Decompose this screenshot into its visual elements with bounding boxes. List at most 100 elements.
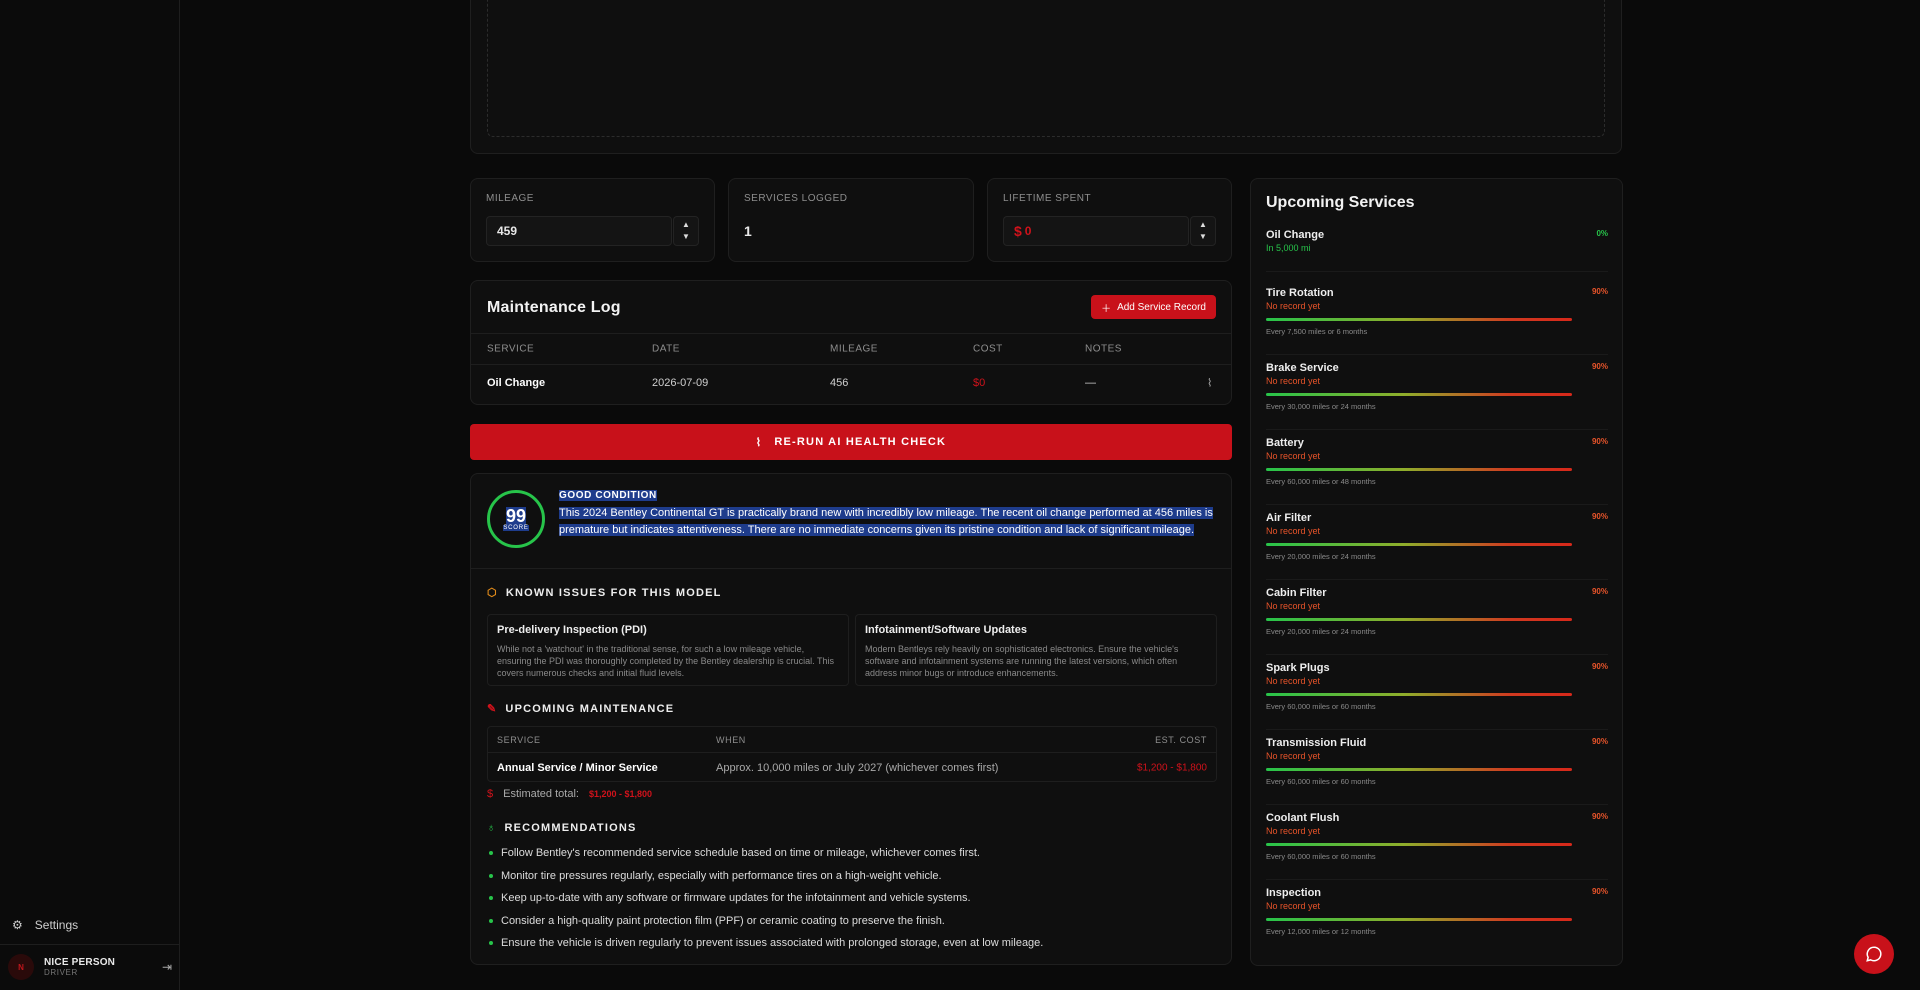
col-service: SERVICE	[497, 734, 541, 745]
add-service-record-label: Add Service Record	[1117, 301, 1206, 313]
bullet-icon	[489, 896, 493, 900]
service-name: Cabin Filter	[1266, 587, 1327, 599]
health-score-value: 99	[505, 506, 527, 526]
upcoming-services-title: Upcoming Services	[1266, 194, 1415, 211]
user-name: NICE PERSON	[44, 957, 116, 968]
estimated-total-value: $1,200 - $1,800	[588, 789, 653, 799]
service-status: No record yet	[1266, 826, 1321, 836]
service-percent: 90%	[1591, 887, 1608, 896]
service-status: No record yet	[1266, 751, 1321, 761]
row-service: Oil Change	[487, 377, 546, 389]
row-date: 2026-07-09	[652, 377, 709, 389]
user-profile: N NICE PERSON DRIVER ⇥	[8, 954, 172, 980]
col-date: DATE	[652, 343, 680, 355]
service-progress-bar	[1266, 468, 1572, 471]
recommendation-text: Follow Bentley's recommended service sch…	[501, 847, 980, 859]
service-interval: Every 60,000 miles or 60 months	[1266, 702, 1376, 711]
sidebar: ⚙ Settings N NICE PERSON DRIVER ⇥	[0, 0, 180, 990]
service-status: In 5,000 mi	[1266, 243, 1311, 253]
activity-icon: ⌇	[755, 436, 763, 449]
known-issues-title: ⬡ KNOWN ISSUES FOR THIS MODEL	[487, 586, 722, 600]
service-status: No record yet	[1266, 901, 1321, 911]
issue-card: Pre-delivery Inspection (PDI) While not …	[487, 614, 849, 686]
health-score-ring: 99 SCORE	[487, 490, 545, 548]
sidebar-divider	[0, 944, 180, 945]
recommendations-title: ♁ RECOMMENDATIONS	[487, 822, 637, 834]
estimated-total: $ Estimated total: $1,200 - $1,800	[487, 788, 652, 800]
user-role: DRIVER	[44, 968, 78, 977]
chat-bubble-icon	[1866, 946, 1882, 962]
col-notes: NOTES	[1085, 343, 1122, 355]
service-interval: Every 7,500 miles or 6 months	[1266, 327, 1368, 336]
divider	[1266, 879, 1608, 880]
rerun-health-check-button[interactable]: ⌇ RE-RUN AI HEALTH CHECK	[470, 424, 1232, 460]
divider	[1266, 429, 1608, 430]
service-item-oil-change: Oil Change In 5,000 mi 0%	[1266, 229, 1608, 253]
bullet-icon	[489, 919, 493, 923]
settings-link[interactable]: ⚙ Settings	[12, 918, 78, 932]
upcoming-maintenance-title: ✎ UPCOMING MAINTENANCE	[487, 702, 674, 716]
logout-icon[interactable]: ⇥	[162, 960, 172, 974]
rerun-label: RE-RUN AI HEALTH CHECK	[774, 436, 947, 448]
divider	[1266, 729, 1608, 730]
service-item: Cabin Filter No record yet 90% Every 20,000…	[1266, 587, 1608, 636]
known-issues-label: KNOWN ISSUES FOR THIS MODEL	[505, 586, 722, 599]
service-percent: 0%	[1596, 229, 1608, 238]
add-service-record-button[interactable]: ＋ Add Service Record	[1091, 295, 1216, 319]
service-name: Brake Service	[1266, 362, 1339, 374]
condition-summary: This 2024 Bentley Continental GT is prac…	[559, 505, 1219, 539]
currency-symbol: $	[1014, 223, 1022, 239]
mt-service: Annual Service / Minor Service	[497, 762, 658, 774]
recommendation-item: Keep up-to-date with any software or fir…	[489, 892, 971, 904]
upload-dropzone[interactable]	[487, 0, 1605, 137]
col-mileage: MILEAGE	[830, 343, 878, 355]
divider	[1266, 354, 1608, 355]
service-name: Spark Plugs	[1266, 662, 1330, 674]
chevron-up-icon[interactable]: ▲	[1199, 219, 1207, 231]
condition-summary-text: This 2024 Bentley Continental GT is prac…	[559, 507, 1213, 536]
row-mileage: 456	[830, 377, 849, 389]
service-percent: 90%	[1591, 812, 1608, 821]
col-service: SERVICE	[487, 343, 535, 355]
log-table-header: SERVICE DATE MILEAGE COST NOTES	[471, 333, 1231, 365]
service-interval: Every 60,000 miles or 60 months	[1266, 852, 1376, 861]
lifetime-stepper[interactable]: ▲ ▼	[1190, 216, 1216, 246]
service-item: Brake Service No record yet 90% Every 30,00…	[1266, 362, 1608, 411]
service-name: Air Filter	[1266, 512, 1312, 524]
maintenance-log-title: Maintenance Log	[487, 299, 621, 316]
recommendation-item: Monitor tire pressures regularly, especi…	[489, 870, 942, 882]
service-interval: Every 12,000 miles or 12 months	[1266, 927, 1376, 936]
bullet-icon	[489, 851, 493, 855]
mileage-card: MILEAGE 459 ▲ ▼	[470, 178, 715, 262]
divider	[1266, 271, 1608, 272]
lifetime-spent-value: 0	[1024, 224, 1032, 238]
issue-title: Infotainment/Software Updates	[865, 624, 1027, 636]
recommendation-text: Keep up-to-date with any software or fir…	[501, 892, 971, 904]
mileage-input[interactable]: 459	[486, 216, 672, 246]
estimated-total-label: Estimated total:	[503, 788, 579, 800]
recommendation-item: Ensure the vehicle is driven regularly t…	[489, 937, 1043, 949]
services-logged-label: SERVICES LOGGED	[744, 193, 848, 204]
service-interval: Every 30,000 miles or 24 months	[1266, 402, 1376, 411]
recommendations-label: RECOMMENDATIONS	[504, 822, 637, 834]
service-interval: Every 60,000 miles or 48 months	[1266, 477, 1376, 486]
chevron-down-icon[interactable]: ▼	[682, 231, 690, 243]
service-status: No record yet	[1266, 301, 1321, 311]
paperclip-icon[interactable]: ⌇	[1207, 377, 1212, 390]
mt-cost: $1,200 - $1,800	[1136, 762, 1207, 774]
chevron-up-icon[interactable]: ▲	[682, 219, 690, 231]
lifetime-spent-input[interactable]: $ 0	[1003, 216, 1189, 246]
service-progress-bar	[1266, 318, 1572, 321]
issue-card: Infotainment/Software Updates Modern Ben…	[855, 614, 1217, 686]
chat-button[interactable]	[1854, 934, 1894, 974]
issue-text: While not a 'watchout' in the traditiona…	[497, 644, 835, 678]
mileage-stepper[interactable]: ▲ ▼	[673, 216, 699, 246]
recommendation-text: Consider a high-quality paint protection…	[501, 915, 945, 927]
chevron-down-icon[interactable]: ▼	[1199, 231, 1207, 243]
table-row[interactable]: Oil Change 2026-07-09 456 $0 — ⌇	[471, 365, 1231, 401]
service-progress-bar	[1266, 768, 1572, 771]
service-progress-bar	[1266, 543, 1572, 546]
photo-upload-card	[470, 0, 1622, 154]
divider	[1266, 504, 1608, 505]
col-when: WHEN	[716, 734, 746, 745]
